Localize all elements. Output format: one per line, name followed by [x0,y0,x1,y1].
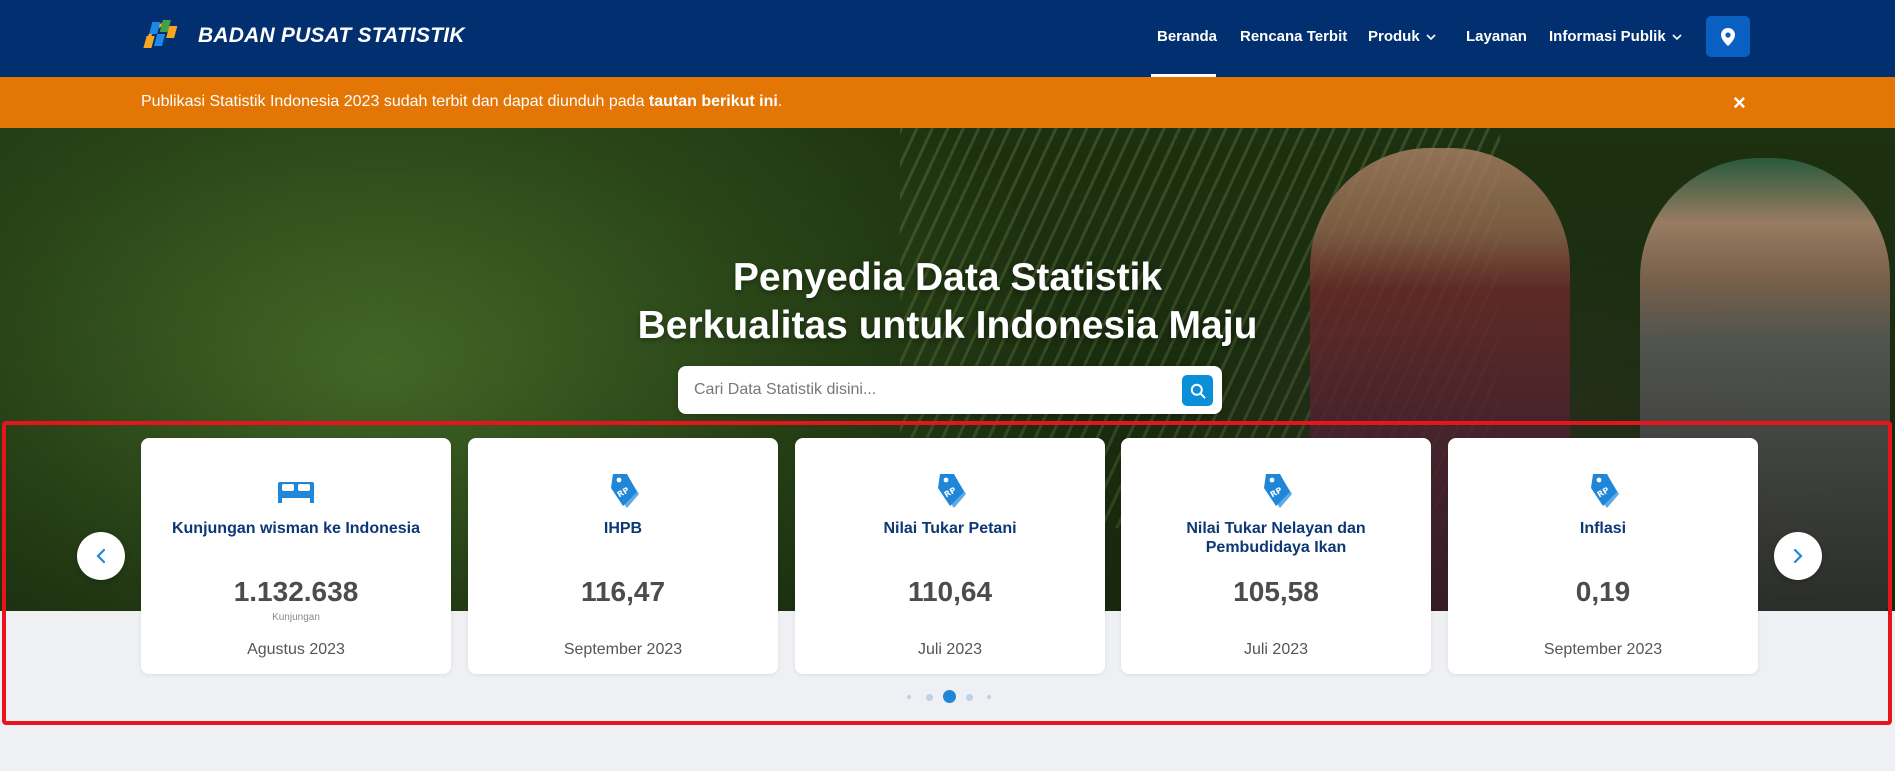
nav-rencana-terbit[interactable]: Rencana Terbit [1240,28,1347,45]
nav-label: Rencana Terbit [1240,28,1348,45]
hero-title-line1: Penyedia Data Statistik [732,256,1163,299]
bps-logo[interactable] [140,16,190,56]
nav-label: Layanan [1466,28,1527,45]
nav-informasi-publik[interactable]: Informasi Publik [1549,28,1682,45]
search-button[interactable] [1182,375,1213,406]
search-input[interactable] [694,378,1164,402]
location-button[interactable] [1706,16,1750,57]
brand-name[interactable]: BADAN PUSAT STATISTIK [198,24,465,48]
announcement-bar: Publikasi Statistik Indonesia 2023 sudah… [0,77,1895,128]
search-icon [1190,383,1205,398]
map-pin-icon [1721,27,1735,46]
hero-title-line2: Berkualitas untuk Indonesia Maju [637,304,1258,347]
hero-title: Penyedia Data Statistik Berkualitas untu… [0,254,1895,350]
announcement-message: Publikasi Statistik Indonesia 2023 sudah… [141,93,649,110]
top-navbar: BADAN PUSAT STATISTIK Beranda Rencana Te… [0,0,1895,77]
nav-label: Informasi Publik [1549,28,1666,45]
nav-layanan[interactable]: Layanan [1466,28,1527,45]
nav-beranda[interactable]: Beranda [1157,28,1217,45]
nav-produk[interactable]: Produk [1368,28,1436,45]
announcement-text: Publikasi Statistik Indonesia 2023 sudah… [141,93,782,111]
close-icon[interactable]: × [1733,90,1746,116]
chevron-down-icon [1426,33,1436,40]
search-bar [678,366,1222,414]
announcement-suffix: . [777,93,783,110]
nav-label: Beranda [1157,28,1218,45]
chevron-down-icon [1672,33,1682,40]
announcement-link[interactable]: tautan berikut ini [649,93,778,110]
highlight-box [2,421,1892,725]
nav-label: Produk [1368,28,1420,45]
